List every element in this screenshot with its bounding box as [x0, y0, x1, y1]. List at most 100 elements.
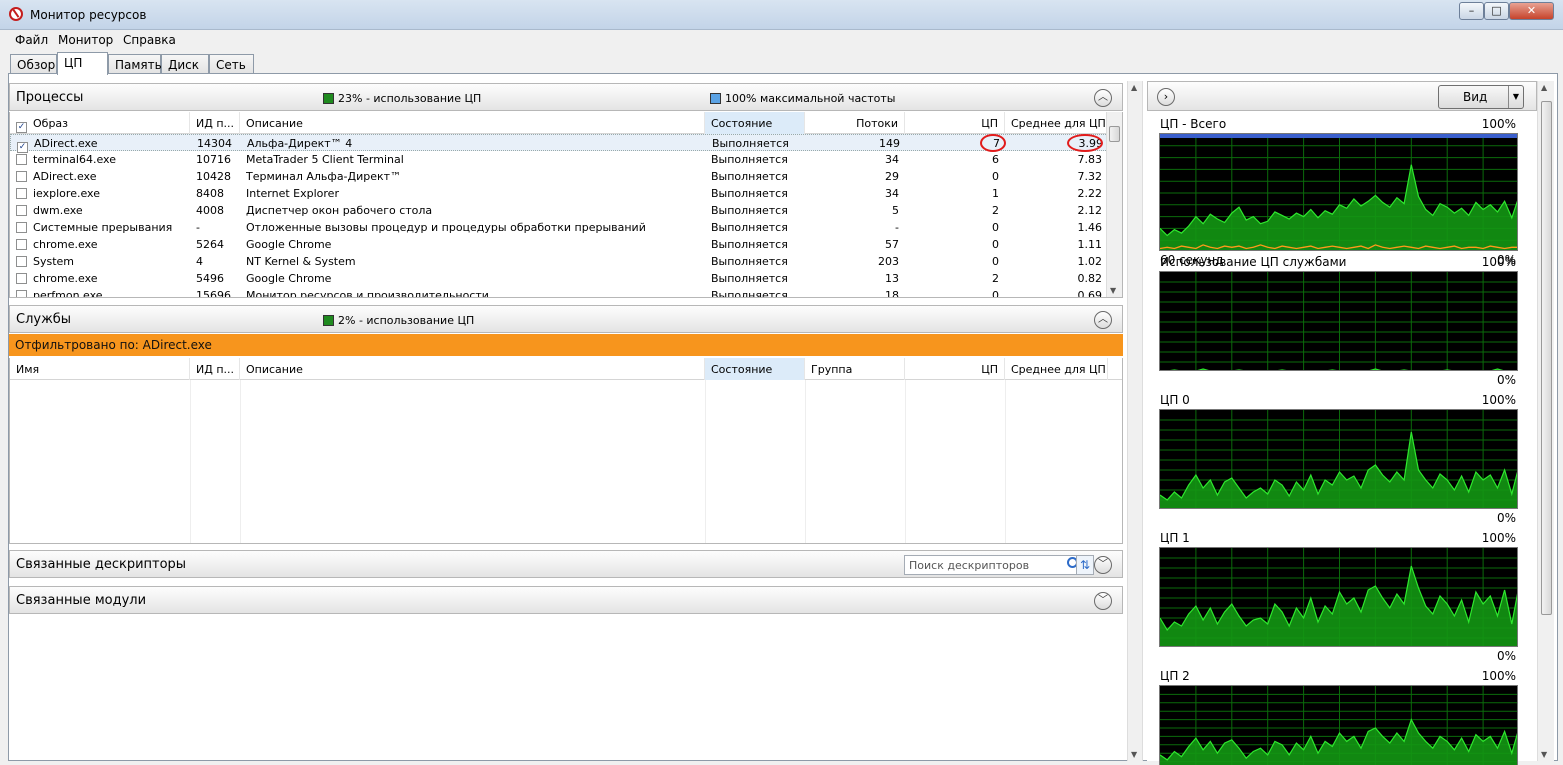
- tab-overview[interactable]: Обзор: [10, 54, 57, 74]
- chevron-down-icon[interactable]: ▼: [1508, 86, 1523, 108]
- handles-search-input[interactable]: Поиск дескрипторов: [904, 555, 1084, 575]
- cell-image-text: ADirect.exe: [33, 170, 97, 183]
- svc-col-5[interactable]: ЦП: [905, 358, 1005, 380]
- svc-col-3[interactable]: Состояние: [705, 358, 805, 380]
- cell-image-text: dwm.exe: [33, 204, 83, 217]
- services-cpu-legend: 2% - использование ЦП: [323, 314, 474, 327]
- processes-scroll-thumb[interactable]: [1109, 126, 1120, 142]
- tab-network[interactable]: Сеть: [209, 54, 254, 74]
- collapse-processes-button[interactable]: ︿: [1094, 89, 1112, 107]
- cell-pid: 10428: [196, 170, 231, 183]
- expand-handles-button[interactable]: ﹀: [1094, 556, 1112, 574]
- table-row[interactable]: ✓ ADirect.exe 14304 Альфа-Директ™ 4 Выполняе…: [10, 134, 1122, 153]
- left-pane-scrollbar[interactable]: ▲ ▼: [1127, 81, 1143, 761]
- modules-header[interactable]: Связанные модули ﹀: [9, 586, 1123, 614]
- cell-image: chrome.exe: [16, 272, 184, 285]
- proc-col-1[interactable]: ИД п...: [190, 112, 240, 134]
- table-row[interactable]: System 4 NT Kernel & System Выполняется 203 0…: [10, 253, 1122, 270]
- proc-col-4[interactable]: Потоки: [805, 112, 905, 134]
- cpu-usage-label: 23% - использование ЦП: [338, 92, 482, 105]
- tab-disk[interactable]: Диск: [161, 54, 209, 74]
- services-title: Службы: [16, 312, 72, 327]
- processes-table-header: ✓ Образ ИД п... Описание Состояние Потоки ЦП Ср…: [10, 112, 1122, 134]
- collapse-services-button[interactable]: ︿: [1094, 311, 1112, 329]
- row-checkbox[interactable]: [16, 273, 27, 284]
- cell-pid: 14304: [197, 137, 232, 150]
- view-button[interactable]: Вид ▼: [1438, 85, 1524, 109]
- refresh-icon[interactable]: ⇅: [1076, 555, 1094, 575]
- proc-col-2[interactable]: Описание: [240, 112, 705, 134]
- graph-title: ЦП 2: [1160, 669, 1190, 683]
- table-row[interactable]: chrome.exe 5496 Google Chrome Выполняется 13…: [10, 270, 1122, 287]
- image-column-label: Образ: [33, 117, 69, 130]
- cell-state: Выполняется: [711, 153, 788, 166]
- graph-min-label: 0%: [1496, 373, 1516, 387]
- graph-min-label: 0%: [1496, 649, 1516, 663]
- cell-desc: Google Chrome: [246, 238, 332, 251]
- cell-pid: 4: [196, 255, 203, 268]
- cell-image: Системные прерывания: [16, 221, 184, 234]
- services-header[interactable]: Службы 2% - использование ЦП ︿: [9, 305, 1123, 333]
- cell-desc: Диспетчер окон рабочего стола: [246, 204, 433, 217]
- tab-bar: Обзор ЦП Память Диск Сеть: [8, 52, 1558, 75]
- processes-header[interactable]: Процессы 23% - использование ЦП 100% мак…: [9, 83, 1123, 111]
- table-row[interactable]: iexplore.exe 8408 Internet Explorer Выполня…: [10, 185, 1122, 202]
- scroll-up-icon[interactable]: ▲: [1541, 83, 1547, 92]
- proc-col-3[interactable]: Состояние: [705, 112, 805, 134]
- scroll-up-icon[interactable]: ▲: [1131, 83, 1137, 92]
- graphs-scroll-thumb[interactable]: [1541, 101, 1552, 615]
- select-all-checkbox[interactable]: ✓: [16, 122, 27, 133]
- scroll-down-icon[interactable]: ▼: [1541, 750, 1547, 759]
- close-button[interactable]: ✕: [1509, 2, 1554, 20]
- handles-header[interactable]: Связанные дескрипторы Поиск дескрипторов…: [9, 550, 1123, 578]
- table-row[interactable]: terminal64.exe 10716 MetaTrader 5 Client T…: [10, 151, 1122, 168]
- cell-state: Выполняется: [711, 187, 788, 200]
- menu-file[interactable]: Файл: [15, 33, 48, 47]
- scroll-down-icon[interactable]: ▼: [1131, 750, 1137, 759]
- graph-plot: [1159, 133, 1518, 251]
- row-checkbox[interactable]: [16, 290, 27, 297]
- column-divider: [705, 380, 706, 543]
- row-checkbox[interactable]: [16, 256, 27, 267]
- expand-modules-button[interactable]: ﹀: [1094, 592, 1112, 610]
- menu-help[interactable]: Справка: [123, 33, 176, 47]
- graph-plot: [1159, 271, 1518, 371]
- table-row[interactable]: ADirect.exe 10428 Терминал Альфа-Директ™ Вы…: [10, 168, 1122, 185]
- cell-image: terminal64.exe: [16, 153, 184, 166]
- freq-legend-swatch: [710, 93, 721, 104]
- svc-col-2[interactable]: Описание: [240, 358, 705, 380]
- menu-monitor[interactable]: Монитор: [58, 33, 113, 47]
- svc-col-4[interactable]: Группа: [805, 358, 905, 380]
- table-row[interactable]: perfmon.exe 15696 Монитор ресурсов и произ…: [10, 287, 1122, 297]
- row-checkbox[interactable]: [16, 171, 27, 182]
- cell-avg: 0.82: [1077, 272, 1103, 285]
- proc-col-0[interactable]: ✓ Образ: [10, 112, 190, 134]
- table-row[interactable]: Системные прерывания - Отложенные вызовы п…: [10, 219, 1122, 236]
- minimize-button[interactable]: –: [1459, 2, 1484, 20]
- modules-title: Связанные модули: [16, 593, 147, 608]
- expand-graphs-button[interactable]: ›: [1157, 88, 1175, 106]
- table-row[interactable]: dwm.exe 4008 Диспетчер окон рабочего стола…: [10, 202, 1122, 219]
- graphs-scrollbar[interactable]: ▲ ▼: [1537, 81, 1554, 761]
- proc-col-5[interactable]: ЦП: [905, 112, 1005, 134]
- proc-col-6[interactable]: Среднее для ЦП: [1005, 112, 1108, 134]
- row-checkbox[interactable]: [16, 239, 27, 250]
- svc-col-1[interactable]: ИД п...: [190, 358, 240, 380]
- svc-col-0[interactable]: Имя: [10, 358, 190, 380]
- services-cpu-label: 2% - использование ЦП: [338, 314, 475, 327]
- row-checkbox[interactable]: [16, 205, 27, 216]
- tab-memory[interactable]: Память: [108, 54, 162, 74]
- tab-cpu[interactable]: ЦП: [57, 52, 108, 75]
- cell-state: Выполняется: [711, 272, 788, 285]
- processes-scrollbar[interactable]: ▼: [1106, 112, 1122, 297]
- services-filter-bar[interactable]: Отфильтровано по: ADirect.exe: [9, 334, 1123, 356]
- cell-threads: -: [895, 221, 899, 234]
- scroll-down-icon[interactable]: ▼: [1110, 286, 1116, 295]
- maximize-button[interactable]: □: [1484, 2, 1509, 20]
- title-bar[interactable]: Монитор ресурсов – □ ✕: [0, 0, 1563, 30]
- table-row[interactable]: chrome.exe 5264 Google Chrome Выполняется 57…: [10, 236, 1122, 253]
- row-checkbox[interactable]: [16, 188, 27, 199]
- row-checkbox[interactable]: [16, 222, 27, 233]
- svc-col-6[interactable]: Среднее для ЦП: [1005, 358, 1108, 380]
- row-checkbox[interactable]: [16, 154, 27, 165]
